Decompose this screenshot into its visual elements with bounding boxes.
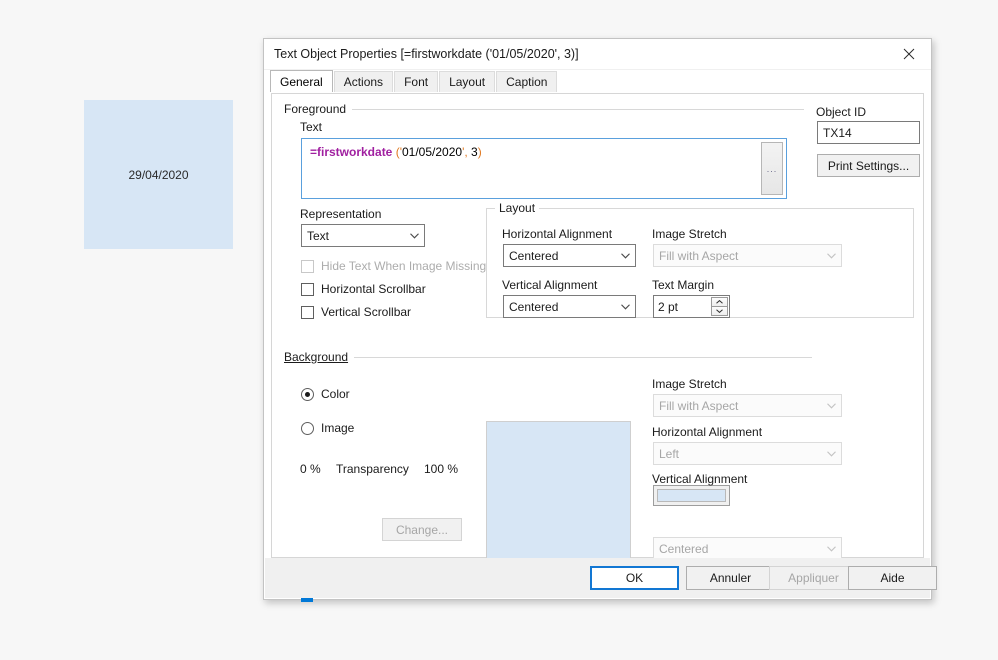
layout-horizontal-alignment-value: Centered xyxy=(509,248,559,263)
tab-layout[interactable]: Layout xyxy=(439,71,496,92)
canvas-text-object[interactable]: 29/04/2020 xyxy=(84,100,233,249)
background-vertical-alignment-combo: Centered xyxy=(653,537,842,560)
spinner-buttons xyxy=(711,297,728,316)
tab-general[interactable]: General xyxy=(270,70,333,92)
formula-date-literal: 01/05/2020 xyxy=(402,145,463,159)
checkbox-box xyxy=(301,305,314,319)
tabstrip: General Actions Font Layout Caption xyxy=(264,70,931,92)
layout-vertical-alignment-label: Vertical Alignment xyxy=(502,278,598,292)
close-icon[interactable] xyxy=(886,39,931,69)
formula-arg2: 3 xyxy=(467,145,478,159)
background-image-label: Image xyxy=(321,421,355,435)
background-horizontal-alignment-value: Left xyxy=(659,446,680,461)
transparency-min-label: 0 % xyxy=(300,462,321,476)
dialog-button-bar: OK Annuler Appliquer Aide xyxy=(265,558,937,598)
formula-function: =firstworkdate xyxy=(310,145,393,159)
foreground-group-header: Foreground xyxy=(284,102,804,116)
foreground-group-label: Foreground xyxy=(284,102,347,116)
dialog-titlebar: Text Object Properties [=firstworkdate (… xyxy=(264,39,931,70)
radio-box xyxy=(301,387,314,401)
spinner-up-icon[interactable] xyxy=(711,297,728,307)
text-formula-editor[interactable]: =firstworkdate ('01/05/2020', 3) ... xyxy=(301,138,787,199)
background-group-line xyxy=(354,356,812,358)
layout-vertical-alignment-combo[interactable]: Centered xyxy=(503,295,636,318)
layout-image-stretch-value: Fill with Aspect xyxy=(659,248,739,263)
formula-close-paren: ) xyxy=(477,145,482,159)
chevron-down-icon xyxy=(615,252,635,259)
horizontal-scrollbar-checkbox[interactable]: Horizontal Scrollbar xyxy=(301,282,426,296)
formula-code: =firstworkdate ('01/05/2020', 3) xyxy=(302,139,761,198)
transparency-label: Transparency xyxy=(336,462,409,476)
foreground-group-line xyxy=(352,108,804,110)
horizontal-scrollbar-label: Horizontal Scrollbar xyxy=(321,282,426,296)
transparency-max-label: 100 % xyxy=(424,462,459,476)
background-color-radio[interactable]: Color xyxy=(301,387,350,401)
text-field-label: Text xyxy=(300,120,323,134)
layout-image-stretch-label: Image Stretch xyxy=(652,227,727,241)
layout-horizontal-alignment-label: Horizontal Alignment xyxy=(502,227,613,241)
tab-font[interactable]: Font xyxy=(394,71,439,92)
chevron-down-icon xyxy=(821,402,841,409)
cancel-button[interactable]: Annuler xyxy=(686,566,775,590)
chevron-down-icon xyxy=(615,303,635,310)
object-id-label: Object ID xyxy=(816,105,867,119)
text-margin-spinner[interactable]: 2 pt xyxy=(653,295,730,318)
background-vertical-alignment-label: Vertical Alignment xyxy=(652,472,748,486)
hide-text-label: Hide Text When Image Missing xyxy=(321,259,487,273)
chevron-down-icon xyxy=(821,545,841,552)
formula-ellipsis-button[interactable]: ... xyxy=(761,142,783,195)
representation-value: Text xyxy=(307,228,330,243)
hide-text-when-image-missing-checkbox: Hide Text When Image Missing xyxy=(301,259,486,273)
ok-button[interactable]: OK xyxy=(590,566,679,590)
layout-vertical-alignment-value: Centered xyxy=(509,299,559,314)
background-image-radio[interactable]: Image xyxy=(301,421,354,435)
chevron-down-icon xyxy=(821,450,841,457)
text-margin-value: 2 pt xyxy=(658,299,679,314)
checkbox-box xyxy=(301,259,314,273)
object-id-input[interactable]: TX14 xyxy=(817,121,920,144)
text-object-properties-dialog: Text Object Properties [=firstworkdate (… xyxy=(263,38,937,602)
tab-actions[interactable]: Actions xyxy=(333,71,394,92)
vertical-scrollbar-checkbox[interactable]: Vertical Scrollbar xyxy=(301,305,411,319)
spinner-down-icon[interactable] xyxy=(711,307,728,316)
background-color-swatch[interactable] xyxy=(653,485,730,506)
color-swatch-inner xyxy=(657,489,726,502)
checkbox-box xyxy=(301,282,314,296)
general-tab-panel: Foreground Text =firstworkdate ('01/05/2… xyxy=(271,93,924,602)
background-horizontal-alignment-combo: Left xyxy=(653,442,842,465)
background-image-stretch-combo: Fill with Aspect xyxy=(653,394,842,417)
background-horizontal-alignment-label: Horizontal Alignment xyxy=(652,425,763,439)
tab-caption[interactable]: Caption xyxy=(496,71,558,92)
background-group-header: Background xyxy=(284,350,812,364)
background-group-label: Background xyxy=(284,350,349,364)
radio-box xyxy=(301,421,314,435)
layout-group-label: Layout xyxy=(495,201,540,215)
object-id-value: TX14 xyxy=(823,125,852,140)
layout-text-margin-label: Text Margin xyxy=(652,278,715,292)
background-preview xyxy=(486,421,631,561)
canvas-object-text: 29/04/2020 xyxy=(128,167,189,182)
layout-horizontal-alignment-combo[interactable]: Centered xyxy=(503,244,636,267)
vertical-scrollbar-label: Vertical Scrollbar xyxy=(321,305,412,319)
help-button[interactable]: Aide xyxy=(848,566,937,590)
layout-image-stretch-combo: Fill with Aspect xyxy=(653,244,842,267)
apply-button: Appliquer xyxy=(769,566,858,590)
chevron-down-icon xyxy=(821,252,841,259)
chevron-down-icon xyxy=(404,232,424,239)
background-color-label: Color xyxy=(321,387,350,401)
representation-combo[interactable]: Text xyxy=(301,224,425,247)
background-image-stretch-label: Image Stretch xyxy=(652,377,727,391)
representation-label: Representation xyxy=(300,207,382,221)
background-vertical-alignment-value: Centered xyxy=(659,541,709,556)
background-image-stretch-value: Fill with Aspect xyxy=(659,398,739,413)
print-settings-button[interactable]: Print Settings... xyxy=(817,154,920,177)
background-change-button: Change... xyxy=(382,518,462,541)
dialog-title: Text Object Properties [=firstworkdate (… xyxy=(274,47,579,61)
